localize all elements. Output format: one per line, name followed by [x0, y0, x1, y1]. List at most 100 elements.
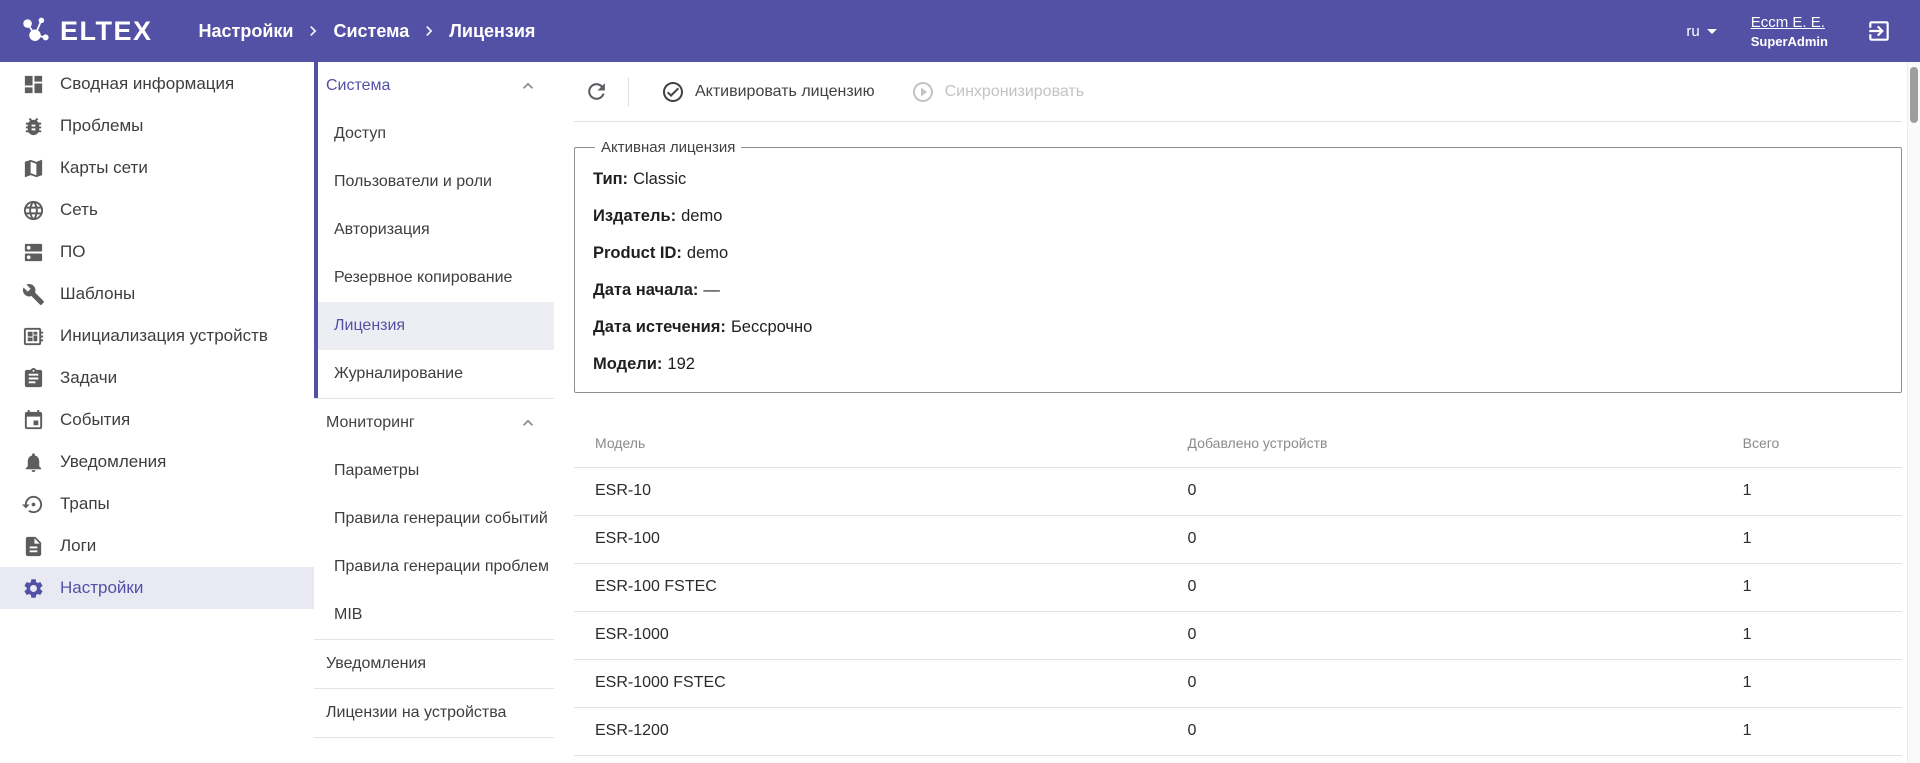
calendar-icon [22, 409, 45, 432]
sidebar-item-label: Трапы [60, 494, 110, 514]
cell-added: 0 [1188, 563, 1743, 611]
caret-down-icon [1707, 29, 1717, 34]
table-row: ESR-100 FSTEC 0 1 [574, 563, 1902, 611]
sidebar-item-traps[interactable]: Трапы [0, 483, 314, 525]
eltex-logo[interactable]: ELTEX [18, 14, 153, 48]
refresh-icon [584, 79, 609, 104]
breadcrumb-item-settings[interactable]: Настройки [199, 21, 294, 42]
submenu-item-backup[interactable]: Резервное копирование [314, 254, 554, 302]
synchronize-button[interactable]: Синхронизировать [895, 70, 1101, 114]
sidebar-item-templates[interactable]: Шаблоны [0, 273, 314, 315]
eltex-logo-icon [18, 14, 52, 48]
sidebar-item-label: Инициализация устройств [60, 326, 268, 346]
cell-total: 1 [1743, 467, 1902, 515]
submenu-section-label: Система [326, 77, 390, 95]
submenu-item-logging[interactable]: Журналирование [314, 350, 554, 398]
sidebar-item-events[interactable]: События [0, 399, 314, 441]
chevron-up-icon [518, 76, 538, 96]
gear-icon [22, 577, 45, 600]
active-license-panel: Активная лицензия Тип:Classic Издатель:d… [574, 139, 1902, 393]
active-license-legend: Активная лицензия [595, 139, 741, 156]
sidebar-item-network[interactable]: Сеть [0, 189, 314, 231]
page-layout: Сводная информация Проблемы Карты сети С… [0, 62, 1920, 763]
sidebar-item-notifications[interactable]: Уведомления [0, 441, 314, 483]
submenu-item-parameters[interactable]: Параметры [314, 447, 554, 495]
cell-added: 0 [1188, 659, 1743, 707]
sidebar-item-summary[interactable]: Сводная информация [0, 63, 314, 105]
submenu-item-license[interactable]: Лицензия [314, 302, 554, 350]
globe-icon [22, 199, 45, 222]
cell-model: ESR-1200 [574, 707, 1188, 755]
activate-license-button[interactable]: Активировать лицензию [645, 70, 891, 114]
sidebar-item-label: Карты сети [60, 158, 148, 178]
submenu-section-system-header[interactable]: Система [314, 62, 554, 110]
sidebar-item-network-maps[interactable]: Карты сети [0, 147, 314, 189]
chevron-up-icon [518, 413, 538, 433]
cell-added: 0 [1188, 707, 1743, 755]
cell-added: 0 [1188, 611, 1743, 659]
breadcrumb-item-system[interactable]: Система [333, 21, 409, 42]
submenu-section-device-licenses-header[interactable]: Лицензии на устройства [314, 689, 554, 737]
column-header-added: Добавлено устройств [1188, 419, 1743, 467]
submenu-section-notifications-header[interactable]: Уведомления [314, 640, 554, 688]
traps-icon [22, 493, 45, 516]
scrollbar-thumb[interactable] [1910, 67, 1918, 123]
table-row: ESR-1200 0 1 [574, 707, 1902, 755]
submenu-item-authorization[interactable]: Авторизация [314, 206, 554, 254]
brand-name: ELTEX [60, 16, 153, 47]
play-circle-icon [911, 80, 935, 104]
submenu-section-label: Уведомления [326, 655, 426, 673]
license-field-product-id: Product ID:demo [593, 242, 1883, 264]
table-row: ESR-1000 0 1 [574, 611, 1902, 659]
sidebar-item-label: Сводная информация [60, 74, 234, 94]
chevron-right-icon [419, 21, 439, 41]
sidebar-item-label: Шаблоны [60, 284, 135, 304]
sidebar-item-device-init[interactable]: Инициализация устройств [0, 315, 314, 357]
submenu-item-event-rules[interactable]: Правила генерации событий [314, 495, 554, 543]
cell-model: ESR-100 [574, 515, 1188, 563]
sidebar-item-label: Уведомления [60, 452, 166, 472]
wrench-icon [22, 283, 45, 306]
sidebar-item-tasks[interactable]: Задачи [0, 357, 314, 399]
sidebar-item-label: Настройки [60, 578, 143, 598]
submenu-item-users-roles[interactable]: Пользователи и роли [314, 158, 554, 206]
main-sidebar: Сводная информация Проблемы Карты сети С… [0, 62, 314, 763]
sidebar-item-label: События [60, 410, 130, 430]
submenu-item-problem-rules[interactable]: Правила генерации проблем [314, 543, 554, 591]
license-field-start-date: Дата начала:— [593, 279, 1883, 301]
sidebar-item-settings[interactable]: Настройки [0, 567, 314, 609]
table-row: ESR-1000 FSTEC 0 1 [574, 659, 1902, 707]
logout-button[interactable] [1862, 14, 1896, 48]
table-header-row: Модель Добавлено устройств Всего [574, 419, 1902, 467]
user-name: Eccm E. E. [1751, 14, 1828, 31]
cell-added: 0 [1188, 515, 1743, 563]
top-header: ELTEX Настройки Система Лицензия ru Eccm… [0, 0, 1920, 62]
user-role: SuperAdmin [1751, 34, 1828, 49]
sidebar-item-problems[interactable]: Проблемы [0, 105, 314, 147]
submenu-item-mib[interactable]: MIB [314, 591, 554, 639]
cell-total: 1 [1743, 563, 1902, 611]
submenu-section-label: Мониторинг [326, 414, 415, 432]
sidebar-item-logs[interactable]: Логи [0, 525, 314, 567]
column-header-model: Модель [574, 419, 1188, 467]
toolbar-divider [628, 77, 629, 107]
refresh-button[interactable] [574, 70, 618, 114]
sidebar-item-software[interactable]: ПО [0, 231, 314, 273]
breadcrumb: Настройки Система Лицензия [199, 21, 536, 42]
submenu-item-access[interactable]: Доступ [314, 110, 554, 158]
problems-icon [22, 115, 45, 138]
breadcrumb-item-license[interactable]: Лицензия [449, 21, 535, 42]
vertical-scrollbar[interactable] [1907, 62, 1920, 763]
cell-model: ESR-10 [574, 467, 1188, 515]
activate-license-label: Активировать лицензию [695, 83, 875, 101]
submenu-section-monitoring-header[interactable]: Мониторинг [314, 399, 554, 447]
sidebar-item-label: Задачи [60, 368, 117, 388]
dashboard-icon [22, 73, 45, 96]
license-field-type: Тип:Classic [593, 168, 1883, 190]
language-selector[interactable]: ru [1686, 23, 1716, 40]
synchronize-label: Синхронизировать [945, 83, 1085, 101]
bell-icon [22, 451, 45, 474]
user-menu[interactable]: Eccm E. E. SuperAdmin [1751, 14, 1828, 49]
table-row: ESR-10 0 1 [574, 467, 1902, 515]
submenu-section-system: Система Доступ Пользователи и роли Автор… [314, 62, 554, 399]
